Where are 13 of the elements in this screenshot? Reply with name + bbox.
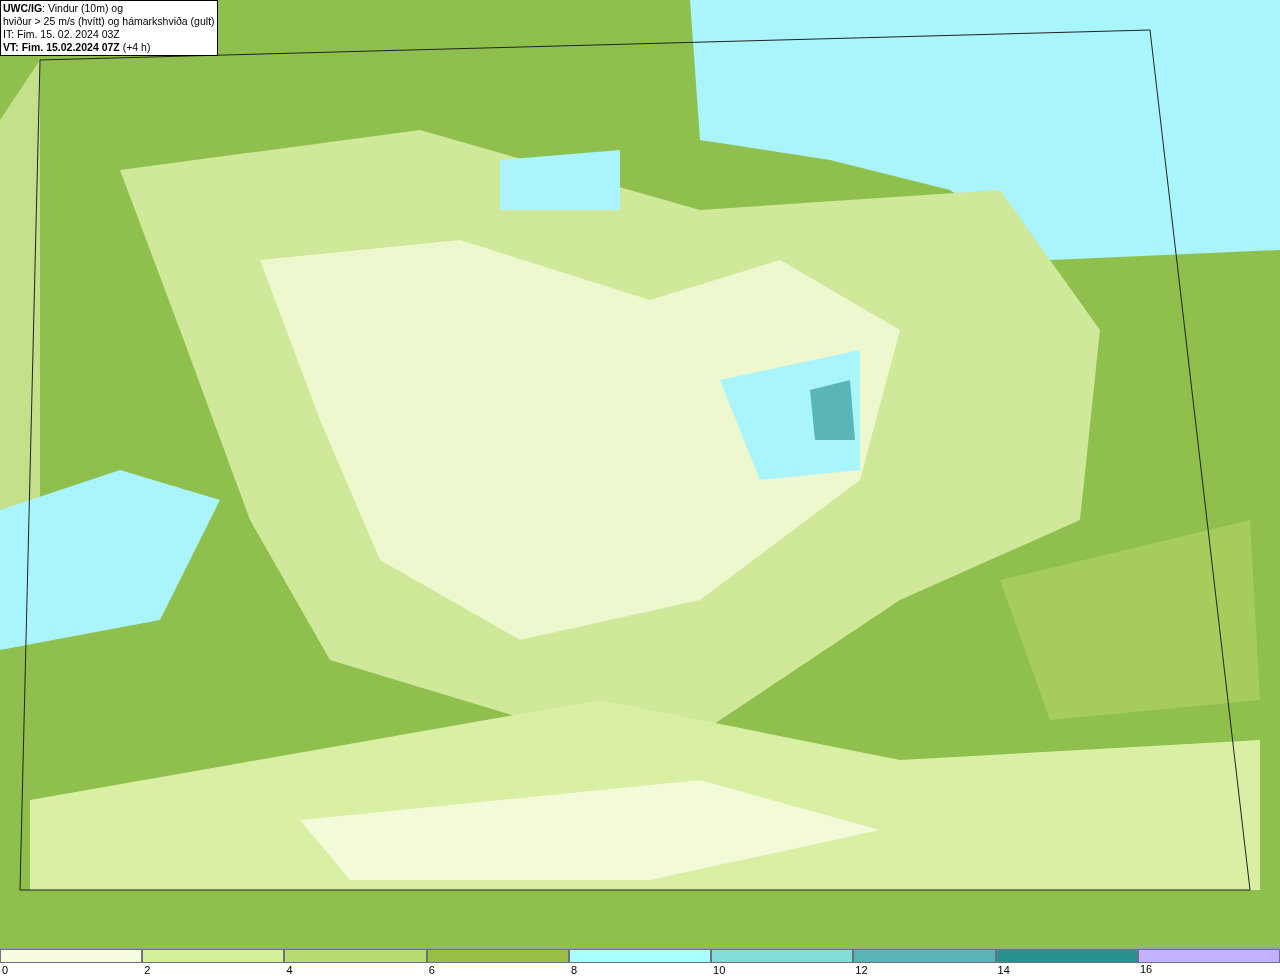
- title-line: VT: Fim. 15.02.2024 07Z (+4 h): [3, 41, 152, 54]
- title-line: UWC/IG: Vindur (10m) og: [3, 2, 124, 15]
- legend-tick-label: 8: [570, 963, 577, 977]
- legend-tick-label: 0: [2, 963, 9, 977]
- legend-tick-label: 12: [855, 963, 868, 977]
- legend-tick-label: 10: [713, 963, 726, 977]
- title-line: hviður > 25 m/s (hvítt) og hámarkshviða (gult): [3, 15, 215, 28]
- title-line: IT: Fim. 15. 02. 2024 03Z: [3, 28, 121, 41]
- legend-tick-label: 4: [286, 963, 293, 977]
- legend-tick-label: 6: [428, 963, 435, 977]
- legend-tick-label: 16: [1140, 962, 1153, 976]
- legend-tick-label: 2: [144, 963, 151, 977]
- legend-tick-label: 14: [997, 963, 1010, 977]
